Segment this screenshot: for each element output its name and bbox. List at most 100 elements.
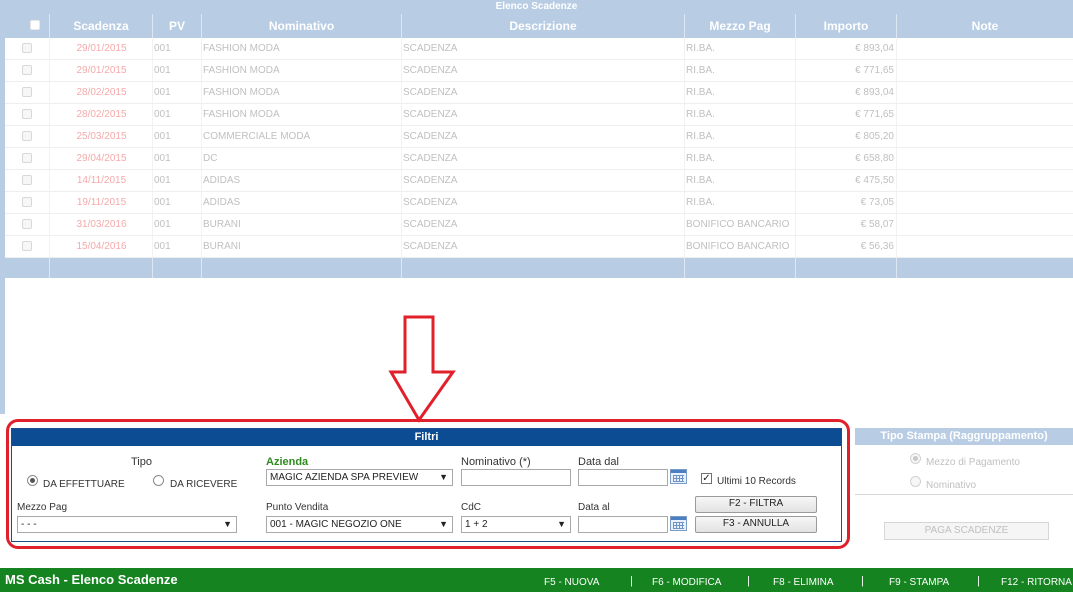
radio-mezzo-di-pagamento[interactable] <box>910 453 921 464</box>
down-arrow-icon <box>388 315 456 423</box>
separator: | <box>977 575 980 587</box>
cell-mezzo-pag: BONIFICO BANCARIO <box>685 214 796 235</box>
f12-ritorna-button[interactable]: F12 - RITORNA <box>1001 577 1072 588</box>
column-header-mezzo-pag[interactable]: Mezzo Pag <box>685 14 796 38</box>
cell-mezzo-pag: RI.BA. <box>685 192 796 213</box>
f6-modifica-button[interactable]: F6 - MODIFICA <box>652 577 721 588</box>
cell-importo: € 73,05 <box>796 192 897 213</box>
row-checkbox[interactable] <box>22 153 32 163</box>
select-all-checkbox[interactable] <box>30 20 40 30</box>
f8-elimina-button[interactable]: F8 - ELIMINA <box>773 577 834 588</box>
table-row[interactable]: 25/03/2015 001 COMMERCIALE MODA SCADENZA RI.… <box>5 126 1073 148</box>
row-checkbox[interactable] <box>22 131 32 141</box>
header-select-all[interactable] <box>5 14 50 38</box>
cell-note <box>897 126 1073 147</box>
row-checkbox[interactable] <box>22 219 32 229</box>
cell-select[interactable] <box>5 104 50 125</box>
highlight-box <box>6 419 850 549</box>
cell-descrizione: SCADENZA <box>402 60 685 81</box>
cell-note <box>897 214 1073 235</box>
cell-importo: € 771,65 <box>796 60 897 81</box>
cell-mezzo-pag: RI.BA. <box>685 126 796 147</box>
table-row[interactable]: 28/02/2015 001 FASHION MODA SCADENZA RI.BA. €… <box>5 82 1073 104</box>
app-title: MS Cash - Elenco Scadenze <box>5 572 178 587</box>
cell-importo: € 893,04 <box>796 38 897 59</box>
cell-select[interactable] <box>5 126 50 147</box>
cell-note <box>897 148 1073 169</box>
cell-nominativo: BURANI <box>202 214 402 235</box>
cell-nominativo: BURANI <box>202 236 402 257</box>
cell-importo: € 805,20 <box>796 126 897 147</box>
cell-nominativo: ADIDAS <box>202 170 402 191</box>
cell-note <box>897 104 1073 125</box>
column-header-importo[interactable]: Importo <box>796 14 897 38</box>
table-row[interactable]: 29/04/2015 001 DC SCADENZA RI.BA. € 658,80 <box>5 148 1073 170</box>
cell-pv: 001 <box>153 236 202 257</box>
cell-importo: € 658,80 <box>796 148 897 169</box>
row-checkbox[interactable] <box>22 43 32 53</box>
cell-nominativo: FASHION MODA <box>202 104 402 125</box>
cell-mezzo-pag: RI.BA. <box>685 104 796 125</box>
cell-scadenza: 29/01/2015 <box>50 60 153 81</box>
table-row[interactable]: 15/04/2016 001 BURANI SCADENZA BONIFICO BANC… <box>5 236 1073 258</box>
cell-select[interactable] <box>5 170 50 191</box>
row-checkbox[interactable] <box>22 175 32 185</box>
paga-scadenze-button[interactable]: PAGA SCADENZE <box>884 522 1049 540</box>
radio-nominativo[interactable] <box>910 476 921 487</box>
f5-nuova-button[interactable]: F5 - NUOVA <box>544 577 599 588</box>
table-row[interactable]: 29/01/2015 001 FASHION MODA SCADENZA RI.BA. €… <box>5 38 1073 60</box>
row-checkbox[interactable] <box>22 65 32 75</box>
row-checkbox[interactable] <box>22 241 32 251</box>
cell-descrizione: SCADENZA <box>402 126 685 147</box>
cell-pv: 001 <box>153 104 202 125</box>
cell-descrizione: SCADENZA <box>402 82 685 103</box>
cell-descrizione: SCADENZA <box>402 214 685 235</box>
cell-importo: € 475,50 <box>796 170 897 191</box>
cell-descrizione: SCADENZA <box>402 104 685 125</box>
cell-scadenza: 28/02/2015 <box>50 104 153 125</box>
cell-scadenza: 29/04/2015 <box>50 148 153 169</box>
cell-select[interactable] <box>5 214 50 235</box>
row-checkbox[interactable] <box>22 197 32 207</box>
cell-nominativo: FASHION MODA <box>202 60 402 81</box>
separator: | <box>630 575 633 587</box>
cell-nominativo: DC <box>202 148 402 169</box>
cell-descrizione: SCADENZA <box>402 170 685 191</box>
cell-mezzo-pag: RI.BA. <box>685 148 796 169</box>
cell-select[interactable] <box>5 148 50 169</box>
table-row[interactable]: 31/03/2016 001 BURANI SCADENZA BONIFICO BANC… <box>5 214 1073 236</box>
cell-scadenza: 15/04/2016 <box>50 236 153 257</box>
table-row[interactable]: 19/11/2015 001 ADIDAS SCADENZA RI.BA. € 73,05 <box>5 192 1073 214</box>
table-row[interactable]: 14/11/2015 001 ADIDAS SCADENZA RI.BA. € 475,5… <box>5 170 1073 192</box>
cell-select[interactable] <box>5 60 50 81</box>
column-header-nominativo[interactable]: Nominativo <box>202 14 402 38</box>
cell-scadenza: 25/03/2015 <box>50 126 153 147</box>
f9-stampa-button[interactable]: F9 - STAMPA <box>889 577 949 588</box>
cell-nominativo: FASHION MODA <box>202 82 402 103</box>
cell-select[interactable] <box>5 38 50 59</box>
column-header-descrizione[interactable]: Descrizione <box>402 14 685 38</box>
cell-pv: 001 <box>153 126 202 147</box>
cell-select[interactable] <box>5 236 50 257</box>
row-checkbox[interactable] <box>22 87 32 97</box>
radio-mezzo-di-pagamento-label: Mezzo di Pagamento <box>926 457 1020 468</box>
column-header-note[interactable]: Note <box>897 14 1073 38</box>
cell-scadenza: 28/02/2015 <box>50 82 153 103</box>
cell-scadenza: 29/01/2015 <box>50 38 153 59</box>
column-header-scadenza[interactable]: Scadenza <box>50 14 153 38</box>
separator: | <box>747 575 750 587</box>
row-checkbox[interactable] <box>22 109 32 119</box>
cell-select[interactable] <box>5 82 50 103</box>
cell-pv: 001 <box>153 170 202 191</box>
cell-pv: 001 <box>153 148 202 169</box>
cell-pv: 001 <box>153 214 202 235</box>
column-header-pv[interactable]: PV <box>153 14 202 38</box>
cell-scadenza: 31/03/2016 <box>50 214 153 235</box>
table-row[interactable]: 28/02/2015 001 FASHION MODA SCADENZA RI.BA. €… <box>5 104 1073 126</box>
cell-pv: 001 <box>153 82 202 103</box>
cell-pv: 001 <box>153 38 202 59</box>
cell-descrizione: SCADENZA <box>402 148 685 169</box>
cell-select[interactable] <box>5 192 50 213</box>
cell-mezzo-pag: RI.BA. <box>685 82 796 103</box>
table-row[interactable]: 29/01/2015 001 FASHION MODA SCADENZA RI.BA. €… <box>5 60 1073 82</box>
